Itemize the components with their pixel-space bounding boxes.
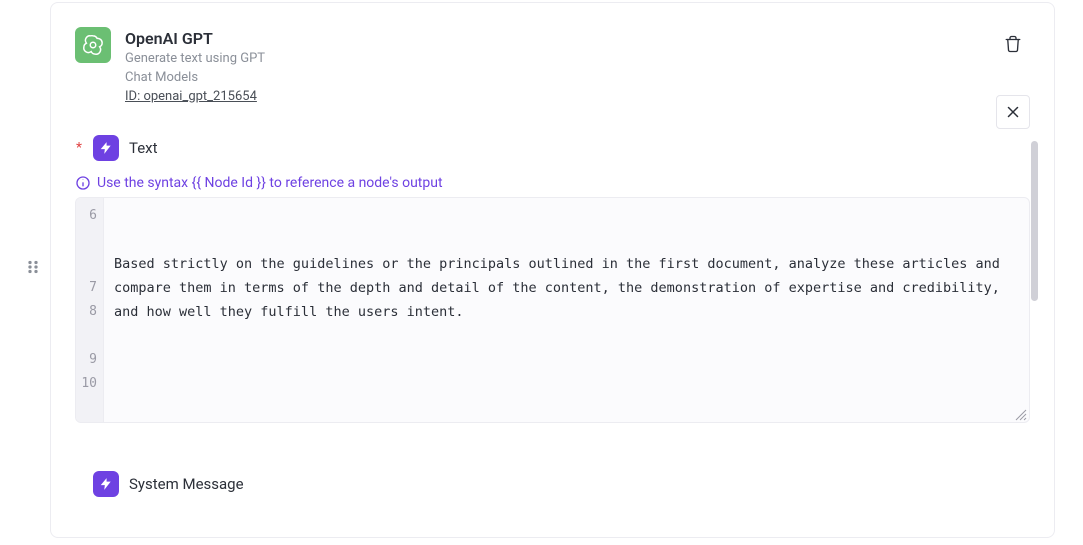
node-id-link[interactable]: ID: openai_gpt_215654	[125, 88, 265, 107]
header-actions	[996, 27, 1030, 129]
node-subtitle-1: Generate text using GPT	[125, 50, 265, 69]
gutter-line: 9	[76, 348, 103, 372]
gutter-line: 8	[76, 300, 103, 324]
scrollbar-thumb[interactable]	[1031, 141, 1038, 301]
close-button[interactable]	[996, 95, 1030, 129]
syntax-hint: Use the syntax {{ Node Id }} to referenc…	[75, 175, 1030, 191]
text-editor[interactable]: 6 7 8 9 10 Based strictly on the guideli…	[75, 197, 1030, 423]
system-message-label: System Message	[129, 475, 244, 493]
panel-header: OpenAI GPT Generate text using GPT Chat …	[51, 3, 1054, 107]
gutter-line: 6	[76, 204, 103, 228]
bolt-icon	[93, 135, 119, 161]
text-section-heading: * Text	[51, 135, 1054, 161]
delete-button[interactable]	[996, 27, 1030, 61]
code-line: Based strictly on the guidelines or the …	[114, 252, 1019, 324]
system-message-heading: System Message	[51, 471, 1054, 497]
node-title: OpenAI GPT	[125, 27, 265, 50]
gutter-line: 7	[76, 276, 103, 300]
openai-icon	[75, 27, 111, 63]
code-line	[114, 372, 1019, 396]
node-panel: OpenAI GPT Generate text using GPT Chat …	[50, 2, 1055, 538]
gutter-line: 10	[76, 372, 103, 396]
text-section-label: Text	[129, 139, 158, 157]
required-asterisk: *	[75, 140, 83, 156]
code-content[interactable]: Based strictly on the guidelines or the …	[104, 198, 1029, 422]
resize-handle[interactable]	[1013, 406, 1027, 420]
syntax-hint-text: Use the syntax {{ Node Id }} to referenc…	[97, 175, 443, 191]
header-text: OpenAI GPT Generate text using GPT Chat …	[125, 27, 265, 107]
drag-handle[interactable]	[22, 256, 44, 278]
line-gutter: 6 7 8 9 10	[76, 198, 104, 422]
node-subtitle-2: Chat Models	[125, 69, 265, 88]
bolt-icon	[93, 471, 119, 497]
